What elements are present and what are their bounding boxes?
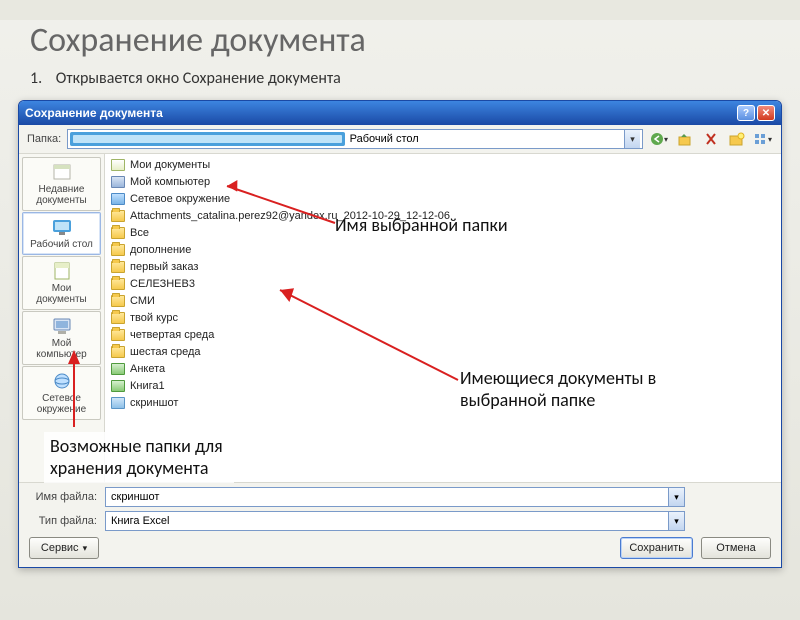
places-item-desktop[interactable]: Рабочий стол [22,212,101,255]
annotation-selected-folder: Имя выбранной папки [335,215,508,237]
help-button[interactable]: ? [737,105,755,121]
file-name: Сетевое окружение [130,193,230,205]
places-item-label: Рабочий стол [30,239,93,250]
network-icon [51,371,73,391]
close-button[interactable]: ✕ [757,105,775,121]
folder-dropdown[interactable]: Рабочий стол ▾ [67,129,643,149]
computer-icon [51,316,73,336]
new-folder-button[interactable] [727,129,747,149]
file-item[interactable]: первый заказ [111,258,775,275]
dialog-title: Сохранение документа [25,106,735,120]
desktop-icon [51,217,73,237]
dialog-footer: Имя файла: скриншот ▾ Тип файла: Книга E… [19,482,781,567]
file-name: СМИ [130,295,155,307]
cancel-button[interactable]: Отмена [701,537,771,559]
file-name: Анкета [130,363,165,375]
excel-icon [111,363,125,375]
filetype-value: Книга Excel [106,515,668,527]
filename-value: скриншот [106,491,668,503]
places-item-label: Недавние документы [26,184,97,206]
folder-icon [111,295,125,307]
places-item-computer[interactable]: Мой компьютер [22,311,101,365]
filetype-dropdown-icon[interactable]: ▾ [668,512,684,530]
file-item[interactable]: Сетевое окружение [111,190,775,207]
filetype-label: Тип файла: [29,515,97,527]
save-dialog: Сохранение документа ? ✕ Папка: Рабочий … [18,100,782,568]
tools-button-label: Сервис [41,542,79,554]
views-button[interactable]: ▾ [753,129,773,149]
excel-icon [111,380,125,392]
delete-button[interactable] [701,129,721,149]
folder-icon [111,210,125,222]
places-item-mydocs[interactable]: Мои документы [22,256,101,310]
dialog-toolbar: Папка: Рабочий стол ▾ ▾ ▾ [19,125,781,154]
desktop-icon [70,132,344,146]
chevron-down-icon: ▾ [83,543,88,554]
file-name: Книга1 [130,380,165,392]
slide-subtitle-row: 1. Открывается окно Сохранение документа [30,69,800,88]
list-number: 1. [30,69,42,88]
file-name: первый заказ [130,261,198,273]
filename-label: Имя файла: [29,491,97,503]
subtitle-text: Открывается окно Сохранение документа [56,69,341,88]
file-name: шестая среда [130,346,201,358]
dialog-titlebar[interactable]: Сохранение документа ? ✕ [19,101,781,125]
save-button[interactable]: Сохранить [620,537,693,559]
folder-icon [111,261,125,273]
up-one-level-button[interactable] [675,129,695,149]
file-item[interactable]: дополнение [111,241,775,258]
chevron-down-icon[interactable]: ▾ [624,130,640,148]
cancel-button-label: Отмена [716,542,755,554]
file-name: дополнение [130,244,191,256]
mycomp-icon [111,176,125,188]
file-name: Все [130,227,149,239]
places-item-label: Мои документы [26,283,97,305]
file-name: СЕЛЕЗНЕВ3 [130,278,195,290]
file-item[interactable]: четвертая среда [111,326,775,343]
annotation-existing-docs: Имеющиеся документы в выбранной папке [460,368,690,411]
file-name: Мой компьютер [130,176,210,188]
file-item[interactable]: СМИ [111,292,775,309]
filename-input[interactable]: скриншот ▾ [105,487,685,507]
file-name: Мои документы [130,159,210,171]
places-item-label: Мой компьютер [26,338,97,360]
mydocs-icon [111,159,125,171]
file-item[interactable]: СЕЛЕЗНЕВ3 [111,275,775,292]
file-item[interactable]: Мои документы [111,156,775,173]
folder-icon [111,312,125,324]
file-name: четвертая среда [130,329,214,341]
tools-button[interactable]: Сервис ▾ [29,537,99,559]
annotation-possible-folders: Возможные папки для хранения документа [44,432,234,483]
filename-dropdown-icon[interactable]: ▾ [668,488,684,506]
file-item[interactable]: Мой компьютер [111,173,775,190]
current-folder-name: Рабочий стол [350,133,624,145]
folder-label: Папка: [27,133,61,145]
net-icon [111,193,125,205]
places-item-label: Сетевое окружение [26,393,97,415]
recent-icon [51,162,73,182]
filetype-input[interactable]: Книга Excel ▾ [105,511,685,531]
save-button-label: Сохранить [629,542,684,554]
back-button[interactable]: ▾ [649,129,669,149]
slide-title: Сохранение документа [30,20,800,61]
folder-icon [111,227,125,239]
folder-icon [111,278,125,290]
mydocs-icon [51,261,73,281]
file-name: твой курс [130,312,178,324]
file-name: скриншот [130,397,178,409]
folder-icon [111,346,125,358]
places-item-network[interactable]: Сетевое окружение [22,366,101,420]
places-item-recent[interactable]: Недавние документы [22,157,101,211]
folder-icon [111,244,125,256]
file-item[interactable]: твой курс [111,309,775,326]
image-icon [111,397,125,409]
file-item[interactable]: шестая среда [111,343,775,360]
folder-icon [111,329,125,341]
